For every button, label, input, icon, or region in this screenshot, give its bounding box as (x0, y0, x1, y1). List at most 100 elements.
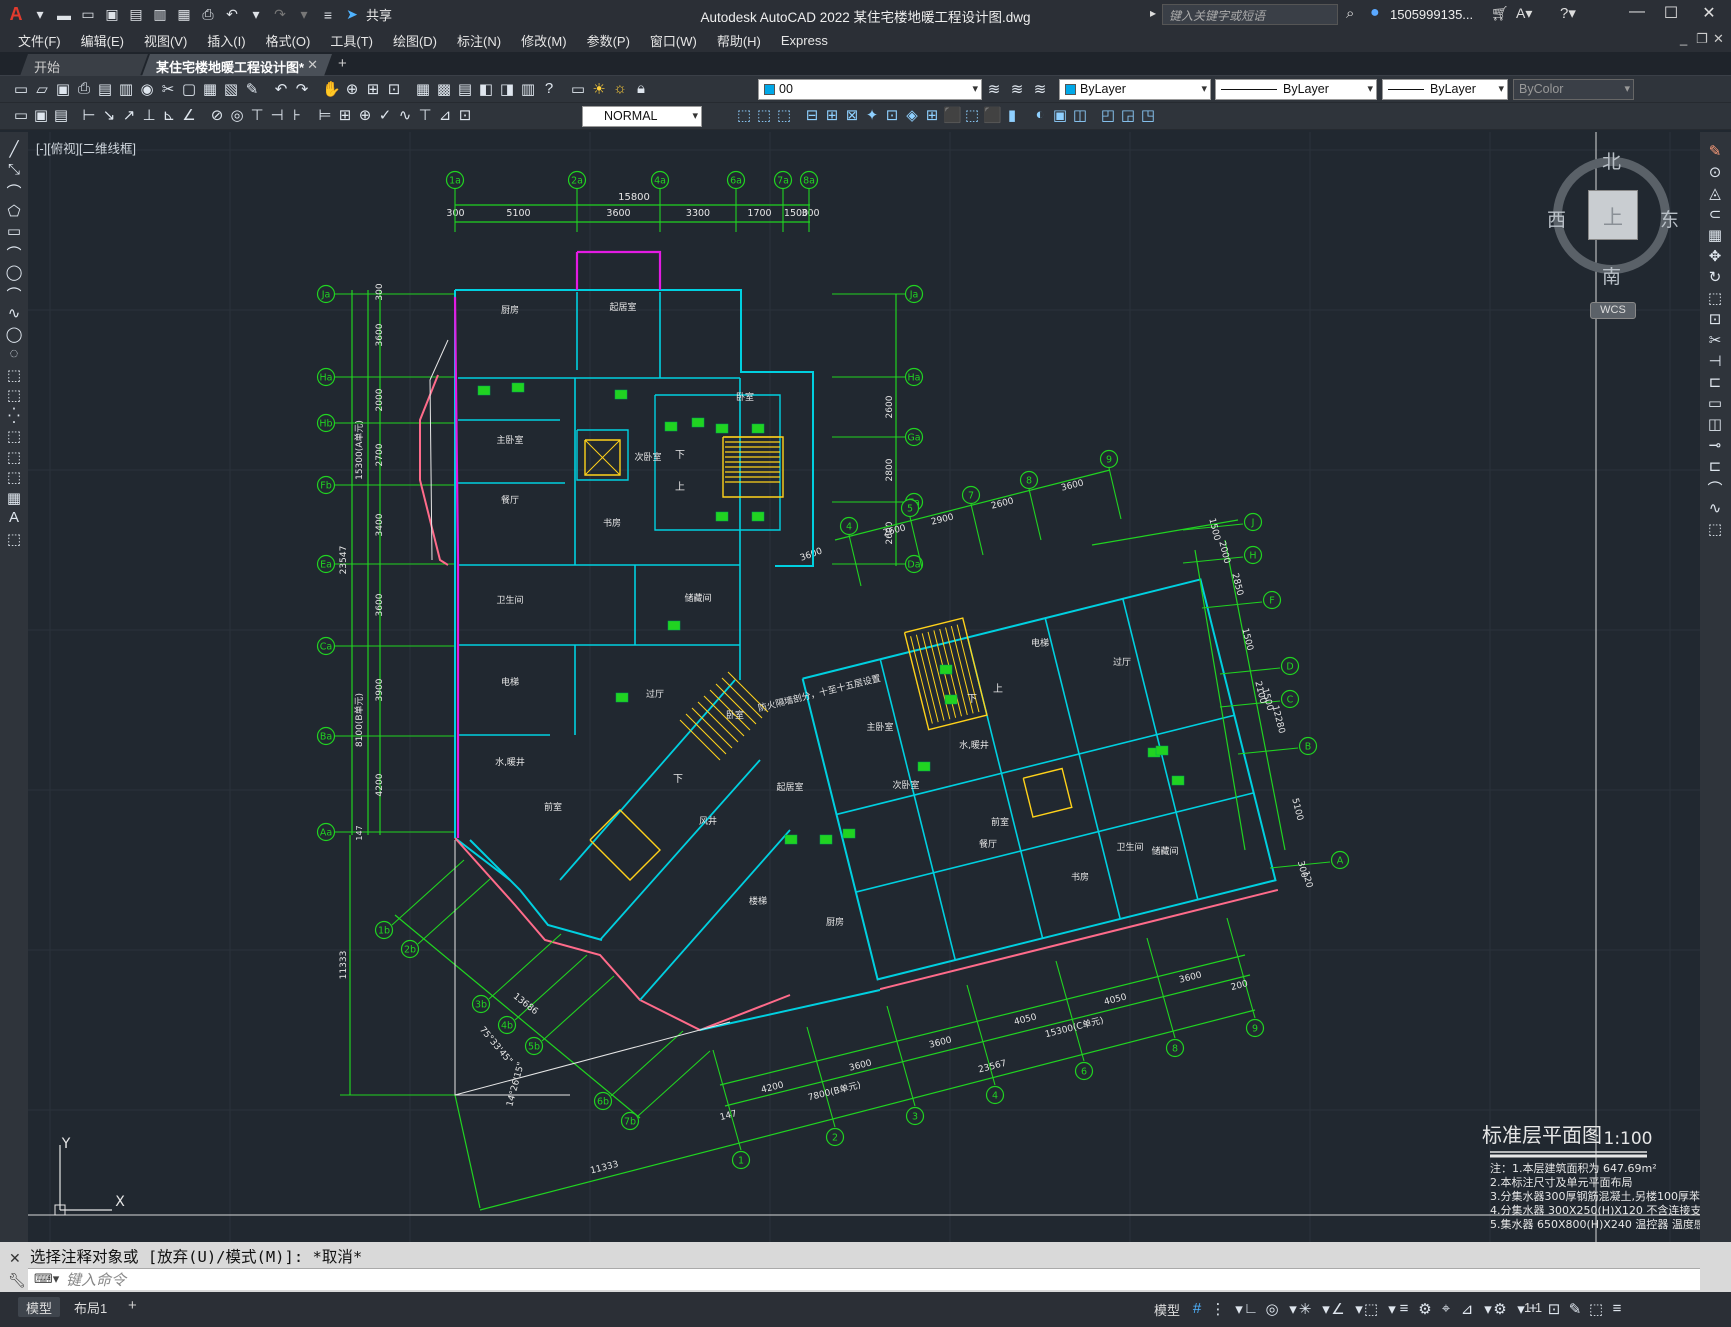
workspace-tool-14-icon[interactable]: ◐ (1031, 106, 1049, 123)
polygon-icon[interactable]: ⬠ (5, 202, 23, 220)
dim-diameter-icon[interactable]: ⊥ (140, 106, 158, 124)
block-edit-icon[interactable]: ✎ (243, 80, 261, 98)
doc-close-icon[interactable]: ✕ (1713, 31, 1724, 47)
model-space-button[interactable]: 模型 (1154, 1300, 1180, 1319)
help-icon[interactable]: ? (540, 80, 558, 97)
tolerance-icon[interactable]: ⊦ (288, 106, 306, 124)
dim-angular-icon[interactable]: ⊾ (160, 106, 178, 124)
status-tool-19-icon[interactable]: + (1524, 1300, 1542, 1317)
make-block-icon[interactable]: ⬚ (5, 386, 23, 404)
add-layout-icon[interactable]: + (128, 1297, 137, 1314)
dim-edit-icon[interactable]: ✓ (376, 106, 394, 124)
revision-cloud-icon[interactable]: ⌒ (5, 284, 23, 305)
dim-update-icon[interactable]: ⊤ (416, 106, 434, 124)
floor-plan-drawing[interactable]: 15800 300 5100 3600 3300 1700 1500 300 1a 2a 4a 6a 7… (28, 132, 1731, 1242)
join-icon[interactable]: ◫ (1706, 415, 1724, 433)
workspace-tool-11-icon[interactable]: ⬚ (963, 106, 981, 124)
trim-icon[interactable]: ✂ (1706, 331, 1724, 349)
calculator-icon[interactable]: ▥ (519, 80, 537, 98)
plotstyle-dropdown[interactable]: ByColor ▾ (1513, 79, 1634, 100)
scale-icon[interactable]: ⬚ (1706, 289, 1724, 307)
help-search-input[interactable]: 键入关键字或短语 (1162, 4, 1338, 25)
status-tool-14-icon[interactable]: ⌖ (1437, 1300, 1455, 1317)
layer-lock-icon[interactable]: 🔒︎ (632, 80, 650, 97)
dim-linear-icon[interactable]: ▭ (12, 106, 30, 124)
command-input[interactable]: 键入命令 (28, 1268, 1700, 1290)
menu-insert[interactable]: 插入(I) (197, 31, 255, 50)
help-icon[interactable]: ?▾ (1560, 4, 1576, 22)
status-tool-12-icon[interactable]: ≡ (1395, 1300, 1413, 1317)
break-at-point-icon[interactable]: ⊏ (1706, 373, 1724, 391)
workspace-tool-16-icon[interactable]: ◫ (1071, 106, 1089, 124)
rotate-icon[interactable]: ↻ (1706, 268, 1724, 286)
edit-polyline-icon[interactable]: ⬚ (1706, 520, 1724, 538)
share-icon[interactable]: ➤ (342, 6, 362, 24)
menu-help[interactable]: 帮助(H) (707, 31, 771, 50)
compass-east[interactable]: 东 (1660, 205, 1679, 232)
menu-file[interactable]: 文件(F) (8, 31, 71, 50)
status-tool-8-icon[interactable]: ∠ (1329, 1300, 1347, 1318)
cart-icon[interactable]: 🛒︎ (1491, 5, 1509, 22)
tab-model-layout[interactable]: 模型 (18, 1297, 61, 1317)
polyline-icon[interactable]: ⌒ (5, 181, 23, 202)
offset-icon[interactable]: ⊂ (1706, 205, 1724, 223)
command-settings-icon[interactable]: 🔧︎ (8, 1272, 26, 1289)
dim-jogged-icon[interactable]: ↗ (120, 106, 138, 124)
compass-west[interactable]: 西 (1547, 205, 1566, 232)
dim-radius-icon[interactable]: ↘ (100, 106, 118, 124)
add-selected-icon[interactable]: ⬚ (5, 530, 23, 548)
workspace-tool-0-icon[interactable]: ⬚ (735, 106, 753, 124)
status-tool-15-icon[interactable]: ⊿ (1458, 1300, 1476, 1318)
dim-style-icon[interactable]: ⊿ (436, 106, 454, 124)
plot-icon[interactable]: ⎙ (75, 80, 93, 97)
minimize-button[interactable]: — (1622, 3, 1652, 25)
status-tool-6-icon[interactable]: ✳ (1296, 1300, 1314, 1318)
search-chevron-icon[interactable]: ▸ (1150, 6, 1156, 20)
properties-icon[interactable]: ▦ (414, 80, 432, 98)
workspace-tool-18-icon[interactable]: ◲ (1119, 106, 1137, 124)
workspace-tool-9-icon[interactable]: ⊞ (923, 106, 941, 124)
workspace-tool-8-icon[interactable]: ◈ (903, 106, 921, 124)
tool-palettes-icon[interactable]: ▤ (456, 80, 474, 98)
status-tool-21-icon[interactable]: ✎ (1566, 1300, 1584, 1318)
menu-parametric[interactable]: 参数(P) (577, 31, 640, 50)
open-icon[interactable]: ▱ (33, 80, 51, 98)
new-icon[interactable]: ▭ (12, 80, 30, 98)
rectangle-icon[interactable]: ▭ (5, 222, 23, 240)
doc-restore-icon[interactable]: ❐ (1696, 31, 1708, 47)
color-dropdown[interactable]: ByLayer ▾ (1059, 79, 1211, 100)
hatch-icon[interactable]: ⬚ (5, 427, 23, 445)
maximize-button[interactable]: ☐ (1656, 3, 1686, 25)
new-tab-icon[interactable]: + (338, 55, 347, 72)
workspace-tool-17-icon[interactable]: ◰ (1099, 106, 1117, 124)
zoom-window-icon[interactable]: ⊞ (364, 80, 382, 98)
gradient-icon[interactable]: ⬚ (5, 448, 23, 466)
redo-dropdown-icon[interactable]: ▾ (294, 6, 314, 24)
workspace-tool-15-icon[interactable]: ▣ (1051, 106, 1069, 124)
saveas-icon[interactable]: ▤ (126, 6, 146, 24)
status-tool-20-icon[interactable]: ⊡ (1545, 1300, 1563, 1318)
workspace-tool-1-icon[interactable]: ⬚ (755, 106, 773, 124)
workspace-tool-5-icon[interactable]: ⊠ (843, 106, 861, 124)
workspace-tool-3-icon[interactable]: ⊟ (803, 106, 821, 124)
status-tool-17-icon[interactable]: ⚙ (1491, 1300, 1509, 1318)
dim-baseline-icon[interactable]: ⊘ (208, 106, 226, 124)
menu-tools[interactable]: 工具(T) (320, 31, 383, 50)
plot-icon[interactable]: ⎙ (198, 6, 218, 24)
ellipse-arc-icon[interactable]: ◌ (5, 345, 23, 362)
status-tool-10-icon[interactable]: ⬚ (1362, 1300, 1380, 1318)
drawing-canvas[interactable]: 15800 300 5100 3600 3300 1700 1500 300 1a 2a 4a 6a 7… (28, 132, 1731, 1242)
compass-north[interactable]: 北 (1602, 147, 1621, 174)
insert-block-icon[interactable]: ⬚ (5, 366, 23, 384)
customize-qa-icon[interactable]: ≡ (318, 6, 338, 24)
3dprint-icon[interactable]: ◉ (138, 80, 156, 98)
dim-continue-icon[interactable]: ◎ (228, 106, 246, 124)
menu-modify[interactable]: 修改(M) (511, 31, 577, 50)
tab-start[interactable]: 开始 (20, 54, 148, 76)
inspect-icon[interactable]: ⊞ (336, 106, 354, 124)
ellipse-icon[interactable]: ◯ (5, 325, 23, 343)
line-icon[interactable]: ╱ (5, 140, 23, 158)
dimstyle-dropdown[interactable]: NORMAL ▾ (582, 106, 702, 127)
menu-dimension[interactable]: 标注(N) (447, 31, 511, 50)
close-tab-icon[interactable]: ✕ (307, 57, 318, 73)
